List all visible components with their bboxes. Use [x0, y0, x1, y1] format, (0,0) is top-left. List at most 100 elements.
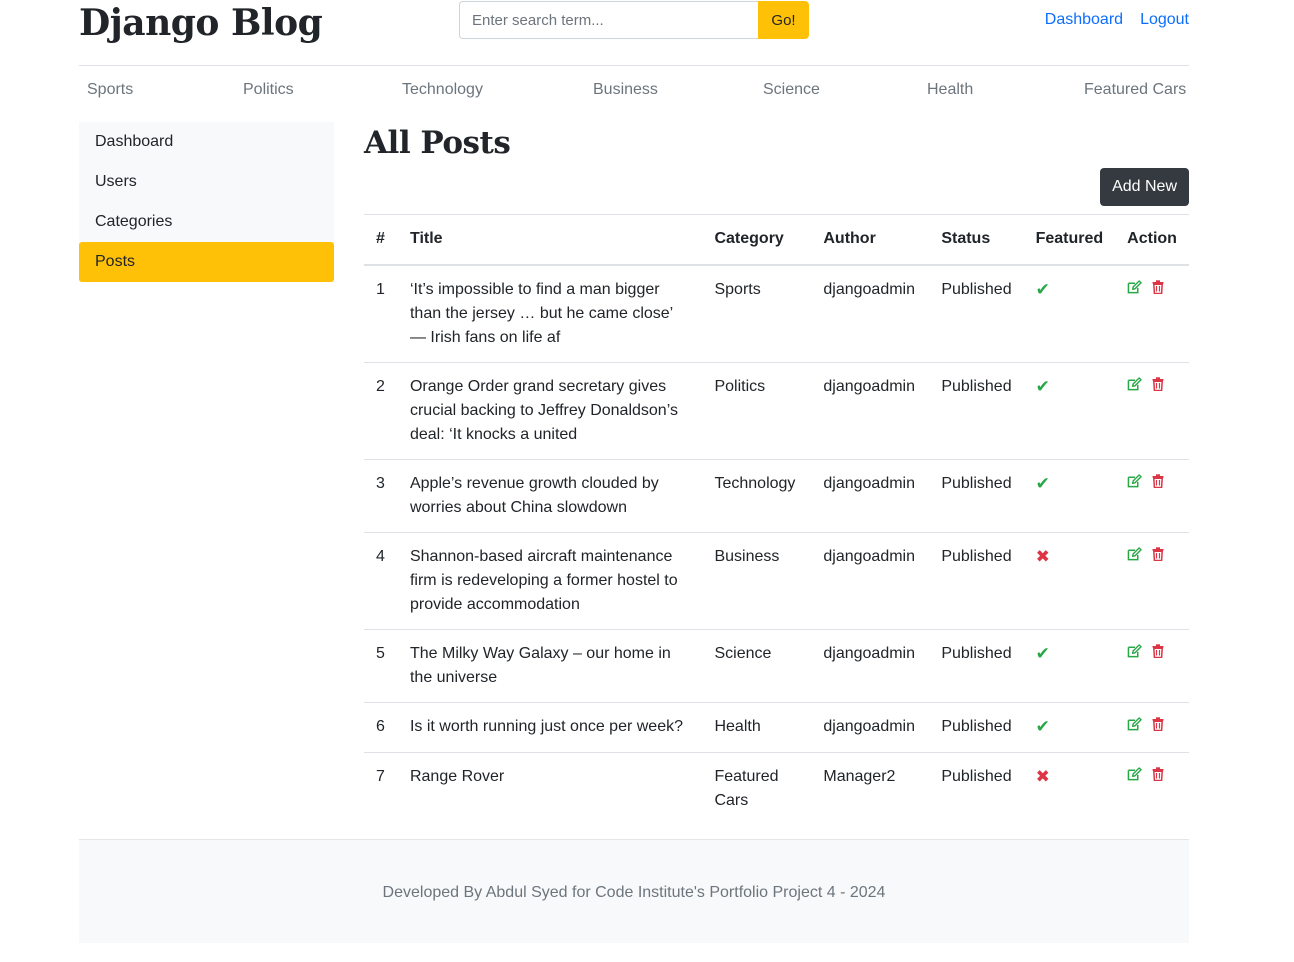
- post-actions: [1115, 459, 1189, 533]
- edit-icon[interactable]: [1127, 473, 1142, 488]
- main-content: All Posts Add New # Title Category Autho…: [364, 122, 1189, 809]
- posts-table-body: 1 ‘It’s impossible to find a man bigger t…: [364, 264, 1189, 825]
- edit-icon[interactable]: [1127, 766, 1142, 781]
- search-form: Go!: [459, 1, 809, 39]
- header-featured: Featured: [1023, 214, 1116, 266]
- edit-icon[interactable]: [1127, 279, 1142, 294]
- post-title: Apple’s revenue growth clouded by worrie…: [397, 459, 703, 533]
- check-icon: ✔: [1035, 473, 1050, 493]
- cross-icon: ✖: [1035, 766, 1050, 786]
- post-featured: ✔: [1023, 629, 1116, 703]
- edit-icon[interactable]: [1127, 376, 1142, 391]
- category-link-sports[interactable]: Sports: [87, 81, 133, 99]
- edit-icon[interactable]: [1127, 716, 1142, 731]
- table-row: 4 Shannon-based aircraft maintenance firm…: [364, 532, 1189, 630]
- post-actions: [1115, 264, 1189, 363]
- post-title: Is it worth running just once per week?: [397, 702, 703, 753]
- table-row: 5 The Milky Way Galaxy – our home in the …: [364, 629, 1189, 703]
- post-featured: ✔: [1023, 702, 1116, 753]
- post-status: Published: [941, 767, 1012, 785]
- table-row: 3 Apple’s revenue growth clouded by worri…: [364, 459, 1189, 533]
- table-row: 1 ‘It’s impossible to find a man bigger t…: [364, 264, 1189, 363]
- post-actions: [1115, 629, 1189, 703]
- page-container: Django Blog Go! Dashboard Logout Sports …: [79, 0, 1189, 943]
- sidebar-item-users[interactable]: Users: [79, 162, 334, 202]
- category-link-health[interactable]: Health: [927, 81, 973, 99]
- post-title: Shannon-based aircraft maintenance firm …: [397, 532, 703, 630]
- trash-icon[interactable]: [1152, 376, 1164, 391]
- category-nav: Sports Politics Technology Business Scie…: [79, 66, 1189, 114]
- edit-icon[interactable]: [1127, 643, 1142, 658]
- post-featured: ✔: [1023, 362, 1116, 460]
- trash-icon[interactable]: [1152, 279, 1164, 294]
- post-featured: ✖: [1024, 752, 1116, 825]
- logout-link[interactable]: Logout: [1140, 11, 1189, 29]
- category-link-science[interactable]: Science: [763, 81, 820, 99]
- post-category: Featured Cars: [714, 767, 779, 809]
- add-new-button[interactable]: Add New: [1100, 168, 1189, 206]
- trash-icon[interactable]: [1152, 546, 1164, 561]
- post-number: 6: [364, 702, 398, 753]
- site-footer: Developed By Abdul Syed for Code Institu…: [79, 839, 1189, 943]
- category-link-featured-cars[interactable]: Featured Cars: [1084, 81, 1186, 99]
- footer-text: Developed By Abdul Syed for Code Institu…: [382, 884, 886, 901]
- post-author: djangoadmin: [811, 702, 930, 753]
- site-brand[interactable]: Django Blog: [79, 2, 323, 44]
- check-icon: ✔: [1035, 376, 1050, 396]
- check-icon: ✔: [1035, 716, 1050, 736]
- page-title: All Posts: [364, 125, 511, 161]
- post-actions: [1115, 752, 1189, 825]
- header-title: Title: [397, 214, 703, 266]
- table-row: 2 Orange Order grand secretary gives cruc…: [364, 362, 1189, 460]
- sidebar-item-categories[interactable]: Categories: [79, 202, 334, 242]
- post-status: Published: [929, 459, 1024, 533]
- post-category: Sports: [702, 264, 812, 363]
- table-row: 6 Is it worth running just once per week?…: [364, 702, 1189, 753]
- sidebar-item-dashboard[interactable]: Dashboard: [79, 122, 334, 162]
- post-category: Politics: [702, 362, 812, 460]
- category-link-politics[interactable]: Politics: [243, 81, 294, 99]
- post-title: Range Rover: [409, 767, 505, 785]
- post-category: Technology: [702, 459, 812, 533]
- post-number: 1: [364, 264, 398, 363]
- post-title: The Milky Way Galaxy – our home in the u…: [397, 629, 703, 703]
- trash-icon[interactable]: [1152, 643, 1164, 658]
- post-status: Published: [929, 264, 1024, 363]
- post-status: Published: [929, 702, 1024, 753]
- post-actions: [1115, 362, 1189, 460]
- dashboard-link[interactable]: Dashboard: [1045, 11, 1123, 29]
- post-actions: [1115, 532, 1189, 630]
- post-number: 4: [364, 532, 398, 630]
- cross-icon: ✖: [1035, 546, 1050, 566]
- post-author: djangoadmin: [811, 459, 930, 533]
- header-num: #: [364, 214, 398, 266]
- post-category: Business: [702, 532, 812, 630]
- post-category: Science: [702, 629, 812, 703]
- search-button[interactable]: Go!: [758, 1, 809, 39]
- edit-icon[interactable]: [1127, 546, 1142, 561]
- table-row: 7 Range Rover Featured Cars Manager2 Publish…: [364, 752, 1189, 825]
- sidebar-item-posts[interactable]: Posts: [79, 242, 334, 282]
- check-icon: ✔: [1035, 643, 1050, 663]
- category-link-business[interactable]: Business: [593, 81, 658, 99]
- post-status: Published: [929, 362, 1024, 460]
- header-category: Category: [702, 214, 812, 266]
- post-author: djangoadmin: [811, 362, 930, 460]
- trash-icon[interactable]: [1152, 473, 1164, 488]
- top-links: Dashboard Logout: [1045, 11, 1189, 29]
- trash-icon[interactable]: [1152, 766, 1164, 781]
- post-featured: ✖: [1023, 532, 1116, 630]
- post-number: 7: [376, 767, 385, 785]
- header-author: Author: [811, 214, 930, 266]
- post-featured: ✔: [1023, 459, 1116, 533]
- post-featured: ✔: [1023, 264, 1116, 363]
- header-action: Action: [1115, 214, 1189, 266]
- trash-icon[interactable]: [1152, 716, 1164, 731]
- post-title: ‘It’s impossible to find a man bigger th…: [397, 264, 703, 363]
- search-input[interactable]: [459, 1, 758, 39]
- table-header-row: # Title Category Author Status Featured …: [364, 214, 1189, 266]
- post-author: djangoadmin: [811, 532, 930, 630]
- post-author: djangoadmin: [811, 264, 930, 363]
- check-icon: ✔: [1035, 279, 1050, 299]
- category-link-technology[interactable]: Technology: [402, 81, 483, 99]
